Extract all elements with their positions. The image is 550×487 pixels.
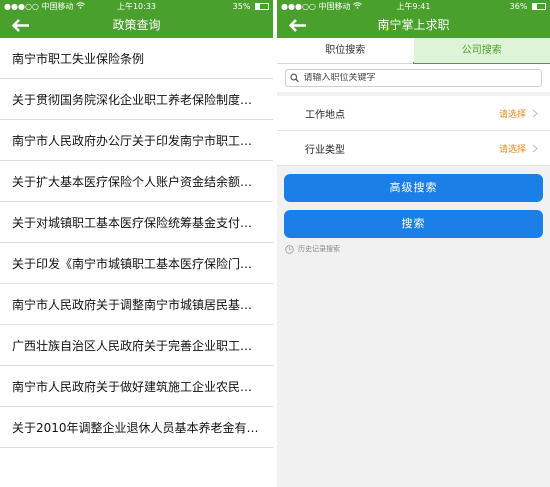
left-status-bar: ●●●○○ 中国移动 上午10:33 35% <box>0 0 273 13</box>
search-tabs: 职位搜索 公司搜索 <box>277 38 550 64</box>
advanced-search-button[interactable]: 高级搜索 <box>284 174 543 202</box>
filter-group: 工作地点 请选择 行业类型 请选择 <box>277 96 550 166</box>
policy-list-item[interactable]: 南宁市人民政府关于调整南宁市城镇居民基本医疗保险政策的通知 <box>0 284 273 325</box>
policy-title: 关于贯彻国务院深化企业职工养老保险制度改革的通知 <box>12 92 261 107</box>
job-search-screen: ●●●○○ 中国移动 上午9:41 36% 南宁掌上求职 职位搜索 公司搜索 工… <box>277 0 550 487</box>
battery-percent: 36% <box>509 2 528 11</box>
policy-title: 南宁市人民政府关于做好建筑施工企业农民工参加工伤保险的通知 <box>12 379 261 394</box>
right-top-bar: ●●●○○ 中国移动 上午9:41 36% 南宁掌上求职 <box>277 0 550 38</box>
chevron-right-icon <box>532 109 538 117</box>
policy-list-item[interactable]: 南宁市职工失业保险条例 <box>0 38 273 79</box>
policy-title: 南宁市职工失业保险条例 <box>12 51 145 66</box>
history-label: 历史记录搜索 <box>298 245 340 253</box>
policy-list-item[interactable]: 南宁市人民政府关于做好建筑施工企业农民工参加工伤保险的通知 <box>0 366 273 407</box>
page-title: 南宁掌上求职 <box>377 18 450 32</box>
search-bar <box>277 64 550 92</box>
search-box <box>285 69 542 87</box>
policy-title: 关于2010年调整企业退休人员基本养老金有关问题的通知 <box>12 420 261 435</box>
filter-label: 行业类型 <box>305 144 345 156</box>
tab-position-search[interactable]: 职位搜索 <box>277 38 414 63</box>
search-history-link[interactable]: 历史记录搜索 <box>277 238 550 260</box>
right-nav-bar: 南宁掌上求职 <box>277 13 550 38</box>
policy-list-item[interactable]: 关于2010年调整企业退休人员基本养老金有关问题的通知 <box>0 407 273 448</box>
filter-label: 工作地点 <box>305 109 345 121</box>
filter-value: 请选择 <box>498 109 526 120</box>
right-status-bar: ●●●○○ 中国移动 上午9:41 36% <box>277 0 550 13</box>
chevron-right-icon <box>532 144 538 152</box>
battery-icon <box>532 3 546 10</box>
policy-title: 关于对城镇职工基本医疗保险统筹基金支付范围的通知 <box>12 215 261 230</box>
policy-list-item[interactable]: 关于贯彻国务院深化企业职工养老保险制度改革的通知 <box>0 79 273 120</box>
page-title: 政策查询 <box>112 18 161 32</box>
policy-list-item[interactable]: 关于对城镇职工基本医疗保险统筹基金支付范围的通知 <box>0 202 273 243</box>
search-icon <box>290 73 299 83</box>
search-button[interactable]: 搜索 <box>284 210 543 238</box>
policy-title: 关于印发《南宁市城镇职工基本医疗保险门诊特殊慢性病管理办法》的通知 <box>12 256 261 271</box>
battery-fill <box>533 4 538 9</box>
policy-title: 广西壮族自治区人民政府关于完善企业职工基本养老保险制度的通知 <box>12 338 261 353</box>
filter-value: 请选择 <box>498 144 526 155</box>
policy-title: 南宁市人民政府办公厅关于印发南宁市职工基本医疗保险办法的通知 <box>12 133 261 148</box>
filter-industry-type[interactable]: 行业类型 请选择 <box>277 131 550 166</box>
policy-title: 关于扩大基本医疗保险个人账户资金结余额使用范围的通知 <box>12 174 261 189</box>
left-top-bar: ●●●○○ 中国移动 上午10:33 35% 政策查询 <box>0 0 273 38</box>
keyword-search-input[interactable] <box>303 73 537 83</box>
battery-percent: 35% <box>232 2 251 11</box>
policy-list-item[interactable]: 关于扩大基本医疗保险个人账户资金结余额使用范围的通知 <box>0 161 273 202</box>
filter-work-location[interactable]: 工作地点 请选择 <box>277 96 550 131</box>
policy-list: 南宁市职工失业保险条例关于贯彻国务院深化企业职工养老保险制度改革的通知南宁市人民… <box>0 38 273 448</box>
battery-fill <box>256 4 261 9</box>
left-nav-bar: 政策查询 <box>0 13 273 38</box>
policy-list-item[interactable]: 关于印发《南宁市城镇职工基本医疗保险门诊特殊慢性病管理办法》的通知 <box>0 243 273 284</box>
policy-list-item[interactable]: 广西壮族自治区人民政府关于完善企业职工基本养老保险制度的通知 <box>0 325 273 366</box>
policy-query-screen: ●●●○○ 中国移动 上午10:33 35% 政策查询 南宁市职工失业保险条例关… <box>0 0 273 487</box>
clock-icon <box>285 244 294 254</box>
battery-icon <box>255 3 269 10</box>
policy-list-item[interactable]: 南宁市人民政府办公厅关于印发南宁市职工基本医疗保险办法的通知 <box>0 120 273 161</box>
tab-company-search[interactable]: 公司搜索 <box>413 38 550 63</box>
policy-title: 南宁市人民政府关于调整南宁市城镇居民基本医疗保险政策的通知 <box>12 297 261 312</box>
